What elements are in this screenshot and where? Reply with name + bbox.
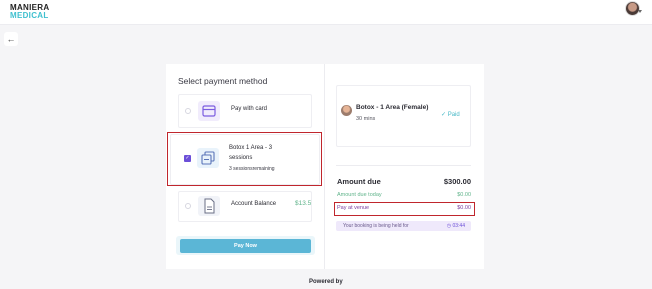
- brand-name-line2: MEDICAL: [10, 11, 49, 20]
- brand-logo[interactable]: MANIERA MEDICAL: [10, 4, 49, 20]
- booking-held-banner: Your booking is being held for ◷ 03:44: [336, 221, 471, 231]
- arrow-left-icon: ←: [6, 34, 16, 44]
- amount-due-label: Amount due: [337, 177, 381, 186]
- sessions-highlight: [167, 132, 322, 186]
- radio-card[interactable]: [185, 108, 191, 114]
- booking-held-text: Your booking is being held for: [343, 223, 409, 229]
- balance-amount: $13.5: [295, 200, 312, 207]
- radio-balance[interactable]: [185, 203, 191, 209]
- payment-method-title: Select payment method: [178, 76, 268, 86]
- paid-label: Paid: [447, 112, 460, 118]
- service-duration: 30 mins: [356, 116, 376, 122]
- pay-now-button[interactable]: Pay Now: [180, 239, 311, 253]
- top-header: MANIERA MEDICAL: [0, 0, 652, 25]
- check-icon: ✓: [441, 112, 448, 118]
- balance-option-label: Account Balance: [231, 201, 277, 207]
- service-avatar: [341, 105, 352, 116]
- powered-by: Powered by: [309, 279, 343, 285]
- due-today-label: Amount due today: [337, 192, 382, 198]
- summary-divider: [336, 165, 471, 166]
- user-avatar[interactable]: [625, 1, 640, 16]
- venue-highlight: [334, 202, 475, 216]
- document-icon: [198, 196, 220, 216]
- card-option-label: Pay with card: [231, 106, 268, 112]
- service-title: Botox - 1 Area (Female): [356, 104, 429, 111]
- card-icon: [198, 101, 220, 121]
- column-divider: [324, 64, 325, 269]
- chevron-down-icon[interactable]: [638, 10, 642, 13]
- paid-status: ✓ Paid: [441, 111, 460, 118]
- back-button[interactable]: ←: [4, 32, 18, 46]
- amount-due-value: $300.00: [443, 177, 471, 186]
- booking-timer-value: 03:44: [452, 223, 465, 229]
- due-today-value: $0.00: [457, 192, 471, 198]
- booking-timer: ◷ 03:44: [447, 223, 465, 229]
